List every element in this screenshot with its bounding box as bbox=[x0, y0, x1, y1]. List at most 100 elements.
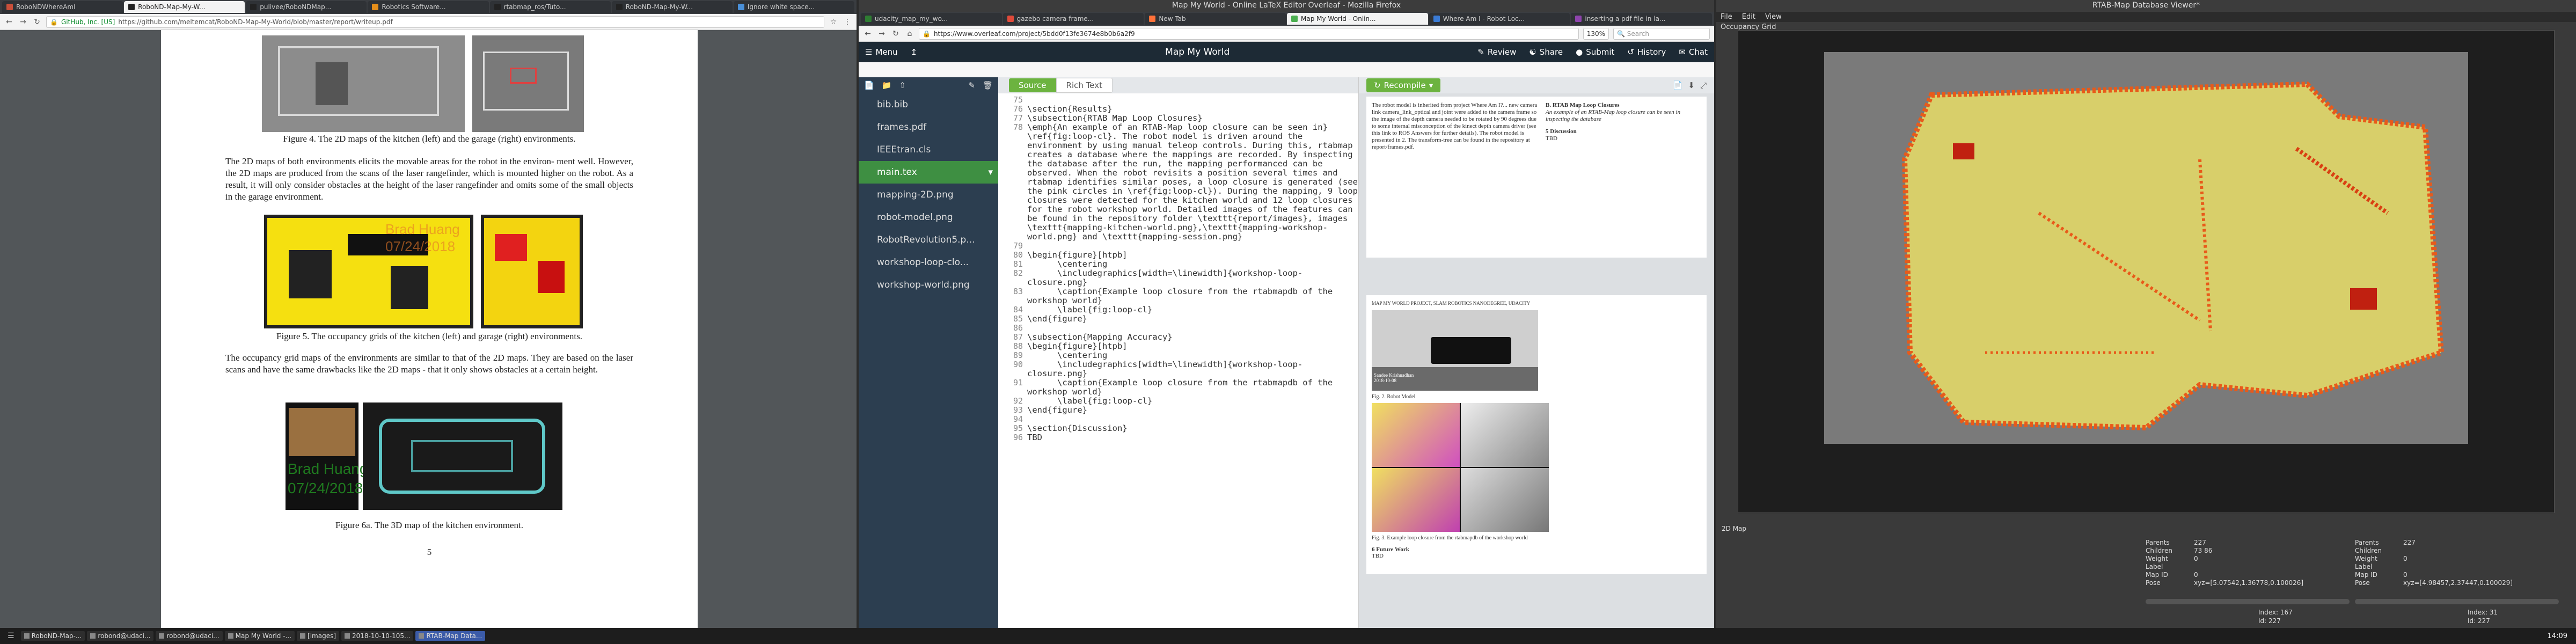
up-button[interactable]: ↥ bbox=[904, 42, 924, 62]
info-key: Weight bbox=[2146, 555, 2168, 562]
chevron-down-icon[interactable]: ▾ bbox=[988, 167, 993, 178]
line-number: 85 bbox=[1013, 314, 1023, 324]
browser-tab[interactable]: gazebo camera frame... bbox=[1002, 13, 1144, 25]
forward-icon[interactable]: → bbox=[877, 30, 887, 38]
line-text: \includegraphics[width=\linewidth]{works… bbox=[1027, 360, 1303, 378]
rtab-menu-item[interactable]: View bbox=[1765, 13, 1782, 21]
submit-button[interactable]: ● Submit bbox=[1569, 42, 1621, 62]
tab-favicon-icon bbox=[128, 4, 135, 10]
browser-tab[interactable]: inserting a pdf file in la... bbox=[1571, 13, 1713, 25]
watermark-date: 07/24/2018 bbox=[385, 238, 456, 254]
occupancy-grid-view[interactable] bbox=[1738, 30, 2555, 513]
tab-label: Map My World - Onlin... bbox=[1301, 15, 1376, 23]
taskbar-item-label: Map My World -... bbox=[235, 632, 292, 640]
tab-label: Robotics Software... bbox=[382, 3, 446, 11]
browser-tab[interactable]: udacity_map_my_wo... bbox=[861, 13, 1002, 25]
lock-icon: 🔒 bbox=[923, 30, 931, 38]
left-url-bar[interactable]: 🔒 GitHub, Inc. [US] https://github.com/m… bbox=[46, 16, 824, 28]
browser-tab[interactable]: Map My World - Onlin... bbox=[1287, 13, 1428, 25]
menu-button[interactable]: ☰ Menu bbox=[859, 42, 904, 62]
recompile-button[interactable]: ↻ Recompile ▾ bbox=[1366, 78, 1441, 92]
browser-tab[interactable]: RoboND-Map-My-W... bbox=[611, 1, 733, 13]
browser-tab[interactable]: rtabmap_ros/Tuto... bbox=[489, 1, 611, 13]
back-icon[interactable]: ← bbox=[4, 18, 14, 26]
taskbar-item[interactable]: robond@udaci... bbox=[156, 631, 223, 641]
file-tree-item[interactable]: bib.bib bbox=[859, 93, 998, 116]
line-text bbox=[1027, 241, 1358, 251]
browser-tab[interactable]: Where Am I - Robot Loc... bbox=[1429, 13, 1570, 25]
line-number: 84 bbox=[1013, 305, 1023, 314]
review-button[interactable]: ✎ Review bbox=[1471, 42, 1523, 62]
paragraph-2d-maps: The 2D maps of both environments elicits… bbox=[225, 156, 633, 202]
back-icon[interactable]: ← bbox=[863, 30, 873, 38]
file-tree-item[interactable]: mapping-2D.png bbox=[859, 184, 998, 206]
code-editor[interactable]: 75 76 \section{Results} 77 \subsection{RTAB … bbox=[998, 93, 1358, 442]
file-tree-item[interactable]: robot-model.png bbox=[859, 206, 998, 229]
line-text: \caption{Example loop closure from the r… bbox=[1027, 287, 1338, 305]
info-value: xyz=[4.98457,2.37447,0.100029] bbox=[2403, 579, 2513, 587]
file-tree-item[interactable]: frames.pdf bbox=[859, 116, 998, 138]
share-label: Share bbox=[1539, 47, 1563, 57]
taskbar: ☰ RoboND-Map-... robond@udaci... robond@ud… bbox=[0, 628, 2576, 644]
browser-tab[interactable]: pulivee/RoboNDMap... bbox=[246, 1, 367, 13]
start-menu-icon[interactable]: ☰ bbox=[3, 632, 19, 640]
file-tree-item[interactable]: workshop-loop-clo... bbox=[859, 251, 998, 274]
star-icon[interactable]: ☆ bbox=[829, 18, 838, 26]
browser-tab[interactable]: Robotics Software... bbox=[368, 1, 489, 13]
browser-tab[interactable]: Ignore white space... bbox=[733, 1, 854, 13]
download-icon[interactable]: ⬇ bbox=[1688, 80, 1695, 90]
site-identity: GitHub, Inc. [US] bbox=[61, 18, 115, 26]
line-text: \emph{An example of an RTAB-Map loop clo… bbox=[1027, 122, 1358, 241]
info-row: Label bbox=[2146, 563, 2350, 571]
new-file-icon[interactable]: 📄 bbox=[864, 80, 874, 90]
file-tree-item[interactable]: IEEEtran.cls bbox=[859, 138, 998, 161]
project-title[interactable]: Map My World bbox=[924, 47, 1471, 57]
search-input[interactable]: 🔍 Search bbox=[1613, 27, 1710, 40]
rename-icon[interactable]: ✎ bbox=[968, 80, 975, 90]
file-tree-item[interactable]: RobotRevolution5.p... bbox=[859, 229, 998, 251]
taskbar-item[interactable]: [images] bbox=[297, 631, 340, 641]
zoom-level[interactable]: 130% bbox=[1583, 27, 1609, 40]
source-toggle[interactable]: Source bbox=[1009, 78, 1056, 92]
overleaf-toolbar: ← → ↻ ⌂ 🔒 https://www.overleaf.com/proje… bbox=[859, 26, 1714, 42]
bottom-2d-map-label: 2D Map bbox=[1722, 525, 1747, 532]
browser-tab[interactable]: RoboNDWhereAmI bbox=[2, 1, 123, 13]
menu-icon[interactable]: ⋮ bbox=[843, 18, 852, 26]
info-value: 0 bbox=[2403, 555, 2407, 562]
taskbar-item[interactable]: 2018-10-10-105... bbox=[341, 631, 414, 641]
new-folder-icon[interactable]: 📁 bbox=[882, 80, 892, 90]
taskbar-item-label: RTAB-Map Data... bbox=[426, 632, 482, 640]
taskbar-item[interactable]: Map My World -... bbox=[224, 631, 295, 641]
code-line: 90 \includegraphics[width=\linewidth]{wo… bbox=[998, 360, 1358, 378]
line-text: \end{figure} bbox=[1027, 405, 1087, 415]
left-node-slider[interactable] bbox=[2146, 599, 2350, 604]
taskbar-item[interactable]: RTAB-Map Data... bbox=[415, 631, 486, 641]
file-tree-item[interactable]: workshop-world.png bbox=[859, 274, 998, 296]
log-icon[interactable]: 📄 bbox=[1673, 80, 1683, 90]
pdf-preview-pane: ↻ Recompile ▾ 📄 ⬇ ⤢ The robot model is inh… bbox=[1359, 77, 1714, 628]
share-button[interactable]: ☯ Share bbox=[1523, 42, 1569, 62]
reload-icon[interactable]: ↻ bbox=[32, 18, 42, 26]
browser-tab[interactable]: New Tab bbox=[1145, 13, 1286, 25]
forward-icon[interactable]: → bbox=[18, 18, 28, 26]
delete-icon[interactable]: 🗑 bbox=[983, 80, 993, 90]
rtab-menu-item[interactable]: File bbox=[1721, 13, 1732, 21]
figure-4-caption: Figure 4. The 2D maps of the kitchen (le… bbox=[283, 134, 576, 144]
home-icon[interactable]: ⌂ bbox=[905, 30, 914, 38]
history-button[interactable]: ↺ History bbox=[1621, 42, 1672, 62]
upload-icon[interactable]: ⇧ bbox=[899, 80, 906, 90]
right-node-slider[interactable] bbox=[2355, 599, 2559, 604]
browser-tab[interactable]: RoboND-Map-My-W... bbox=[124, 1, 245, 13]
rtab-menu-item[interactable]: Edit bbox=[1742, 13, 1755, 21]
code-line: 87 \subsection{Mapping Accuracy} bbox=[998, 333, 1358, 342]
taskbar-item[interactable]: RoboND-Map-... bbox=[20, 631, 85, 641]
reload-icon[interactable]: ↻ bbox=[891, 30, 901, 38]
figure-6a-caption: Figure 6a. The 3D map of the kitchen env… bbox=[335, 520, 523, 530]
chat-button[interactable]: ✉ Chat bbox=[1672, 42, 1714, 62]
overleaf-url-bar[interactable]: 🔒 https://www.overleaf.com/project/5bdd0… bbox=[919, 27, 1579, 40]
rich-text-toggle[interactable]: Rich Text bbox=[1056, 78, 1113, 93]
tab-favicon-icon bbox=[1007, 16, 1014, 22]
file-tree-item[interactable]: main.tex ▾ bbox=[859, 161, 998, 184]
taskbar-item[interactable]: robond@udaci... bbox=[87, 631, 154, 641]
expand-icon[interactable]: ⤢ bbox=[1700, 80, 1707, 90]
